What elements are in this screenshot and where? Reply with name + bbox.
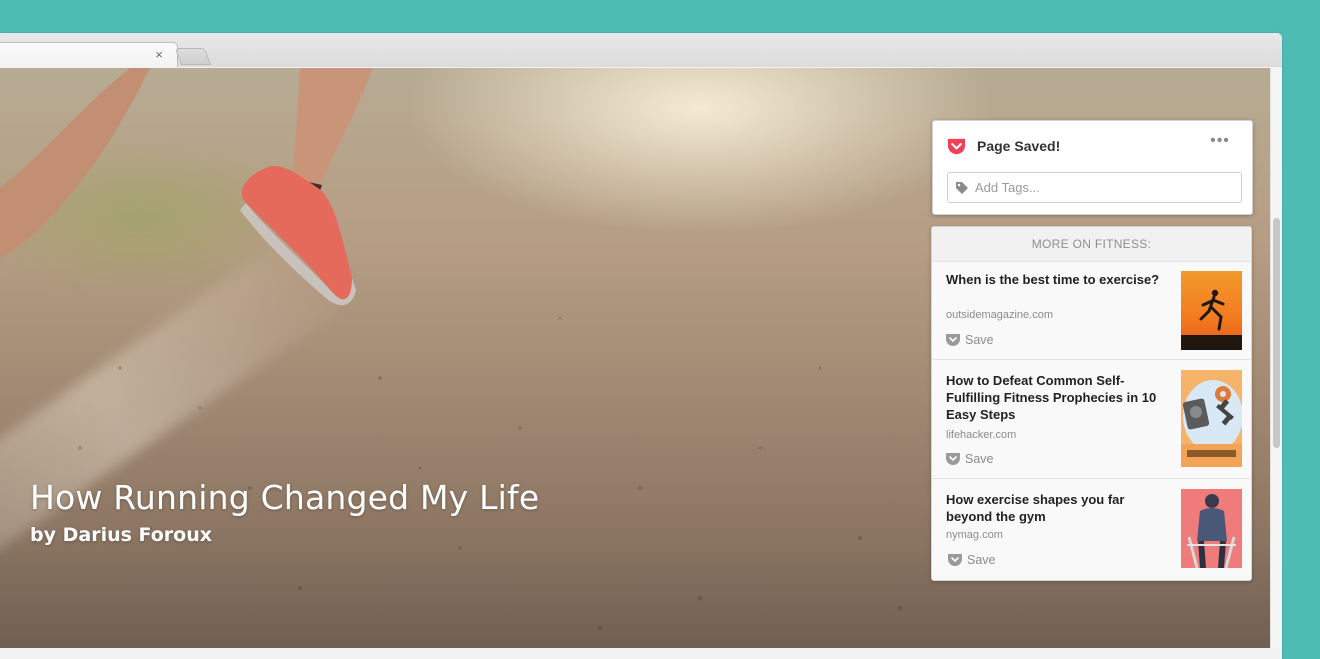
recommendation-title[interactable]: How to Defeat Common Self-Fulfilling Fit… xyxy=(946,372,1164,423)
thumbnail-treadmill-runner xyxy=(1181,489,1242,568)
tab-strip: × xyxy=(0,33,1282,68)
pocket-saved-popup: Page Saved! ••• xyxy=(932,120,1253,215)
recommendation-title[interactable]: When is the best time to exercise? xyxy=(946,271,1164,288)
recommendation-source: outsidemagazine.com xyxy=(946,309,1054,321)
tags-field[interactable] xyxy=(947,172,1242,203)
page-saved-status: Page Saved! xyxy=(977,138,1061,154)
more-options-icon[interactable]: ••• xyxy=(1205,133,1235,149)
thumbnail-scale-dumbbell-donut xyxy=(1181,370,1242,467)
save-label: Save xyxy=(965,333,994,347)
save-button[interactable]: Save xyxy=(948,552,996,568)
recommendations-header: MORE ON FITNESS: xyxy=(932,227,1251,262)
thumbnail-runner-sunset xyxy=(1181,271,1242,350)
pocket-save-icon xyxy=(948,554,962,566)
save-button[interactable]: Save xyxy=(946,332,994,348)
tab-close-icon[interactable]: × xyxy=(152,48,166,62)
pocket-save-icon xyxy=(946,334,960,346)
recommendations-panel: MORE ON FITNESS: When is the best time t… xyxy=(931,226,1252,581)
recommendation-item[interactable]: When is the best time to exercise? outsi… xyxy=(932,262,1251,360)
article-title: How Running Changed My Life xyxy=(30,478,540,517)
pocket-logo-icon xyxy=(947,138,966,155)
scrollbar-thumb[interactable] xyxy=(1273,218,1280,448)
recommendation-item[interactable]: How exercise shapes you far beyond the g… xyxy=(932,479,1251,580)
pocket-save-icon xyxy=(946,453,960,465)
scrollbar[interactable] xyxy=(1270,68,1282,648)
recommendation-source: lifehacker.com xyxy=(946,429,1017,441)
recommendation-item[interactable]: How to Defeat Common Self-Fulfilling Fit… xyxy=(932,360,1251,479)
recommendation-source: nymag.com xyxy=(946,529,1003,541)
save-button[interactable]: Save xyxy=(946,451,994,467)
save-label: Save xyxy=(967,553,996,567)
new-tab-button[interactable] xyxy=(174,48,212,65)
save-label: Save xyxy=(965,452,994,466)
browser-tab[interactable]: × xyxy=(0,42,178,68)
article-author: by Darius Foroux xyxy=(30,524,212,546)
tag-icon xyxy=(956,182,968,194)
recommendation-title[interactable]: How exercise shapes you far beyond the g… xyxy=(946,491,1164,525)
add-tags-input[interactable] xyxy=(975,173,1237,202)
